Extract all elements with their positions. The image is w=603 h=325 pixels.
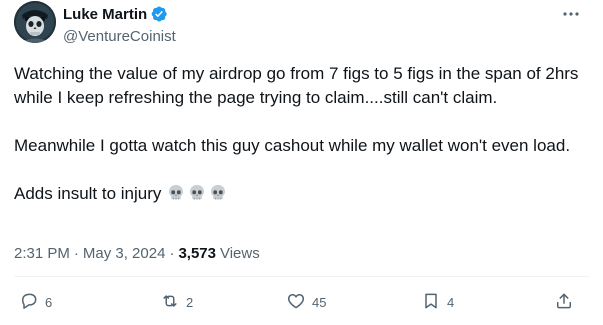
tweet-header: Luke Martin @VentureCoinist — [63, 4, 563, 46]
tweet-text: Watching the value of my airdrop go from… — [14, 62, 584, 206]
verified-badge-icon[interactable] — [150, 5, 168, 23]
display-name[interactable]: Luke Martin — [63, 6, 147, 23]
action-bar: 6 2 45 4 — [0, 289, 603, 315]
name-row: Luke Martin — [63, 4, 563, 24]
repost-icon — [160, 291, 180, 314]
bookmark-count: 4 — [447, 294, 455, 310]
share-icon — [554, 291, 574, 314]
more-options-icon[interactable] — [561, 7, 581, 21]
tweet-paragraph: Watching the value of my airdrop go from… — [14, 64, 579, 107]
divider — [14, 276, 589, 277]
reply-button[interactable]: 6 — [19, 289, 52, 315]
skull-emoji-icon — [166, 184, 229, 203]
tweet-paragraph: Adds insult to injury — [14, 184, 162, 203]
timestamp[interactable]: 2:31 PM — [14, 245, 70, 262]
tweet-paragraph-last: Adds insult to injury — [14, 182, 584, 206]
repost-button[interactable]: 2 — [160, 289, 193, 315]
views-count: 3,573 — [178, 244, 216, 262]
heart-icon — [286, 291, 306, 314]
like-button[interactable]: 45 — [286, 289, 326, 315]
bookmark-icon — [421, 291, 441, 314]
tweet[interactable]: Luke Martin @VentureCoinist Watching the… — [0, 0, 603, 325]
bookmark-button[interactable]: 4 — [421, 289, 454, 315]
reply-icon — [19, 291, 39, 314]
date[interactable]: May 3, 2024 — [83, 245, 166, 262]
reply-count: 6 — [45, 294, 53, 310]
repost-count: 2 — [186, 294, 194, 310]
avatar[interactable] — [14, 1, 56, 43]
handle[interactable]: @VentureCoinist — [63, 28, 563, 46]
views-label: Views — [219, 244, 260, 262]
like-count: 45 — [312, 294, 327, 310]
separator-dot: · — [169, 244, 175, 262]
tweet-meta: 2:31 PM · May 3, 2024 · 3,573 Views — [14, 243, 260, 263]
share-button[interactable] — [554, 289, 574, 315]
separator-dot: · — [73, 244, 79, 262]
tweet-paragraph: Meanwhile I gotta watch this guy cashout… — [14, 136, 571, 155]
